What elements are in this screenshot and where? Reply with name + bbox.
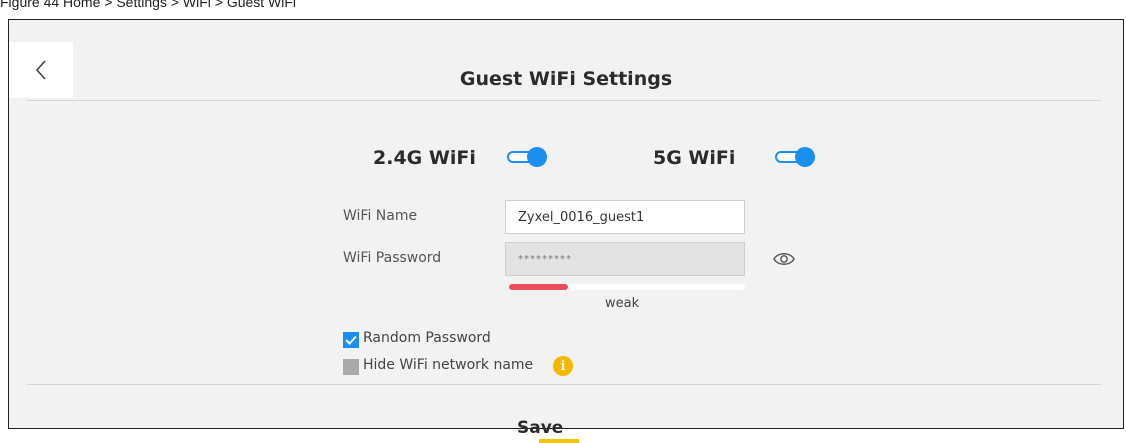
figure-caption: Figure 44 Home > Settings > WiFi > Guest… (0, 0, 297, 10)
band-24g-label: 2.4G WiFi (373, 147, 476, 169)
wifi-password-input[interactable] (505, 242, 745, 276)
info-icon[interactable]: i (553, 356, 573, 376)
wifi-password-label: WiFi Password (343, 250, 442, 266)
wifi-name-label: WiFi Name (343, 208, 418, 224)
guest-wifi-panel: Guest WiFi Settings 2.4G WiFi 5G WiFi Wi… (8, 19, 1124, 443)
save-button[interactable]: Save (517, 418, 563, 438)
footer-divider (27, 384, 1101, 385)
band-5g-label: 5G WiFi (653, 147, 736, 169)
password-strength-bar (509, 284, 745, 290)
show-password-button[interactable] (773, 249, 795, 269)
check-icon (345, 335, 357, 345)
band-24g-toggle[interactable] (507, 145, 547, 169)
page-title: Guest WiFi Settings (459, 68, 673, 90)
band-5g-toggle[interactable] (775, 145, 815, 169)
wifi-name-input[interactable] (505, 200, 745, 234)
hide-ssid-label[interactable]: Hide WiFi network name (363, 357, 533, 373)
header-divider (27, 100, 1101, 101)
password-strength-text: weak (605, 296, 640, 311)
eye-icon (773, 253, 795, 265)
random-password-checkbox[interactable] (343, 332, 359, 348)
random-password-label[interactable]: Random Password (363, 330, 491, 346)
password-strength-fill (509, 284, 568, 290)
save-highlight (539, 439, 579, 443)
hide-ssid-checkbox[interactable] (343, 359, 359, 375)
